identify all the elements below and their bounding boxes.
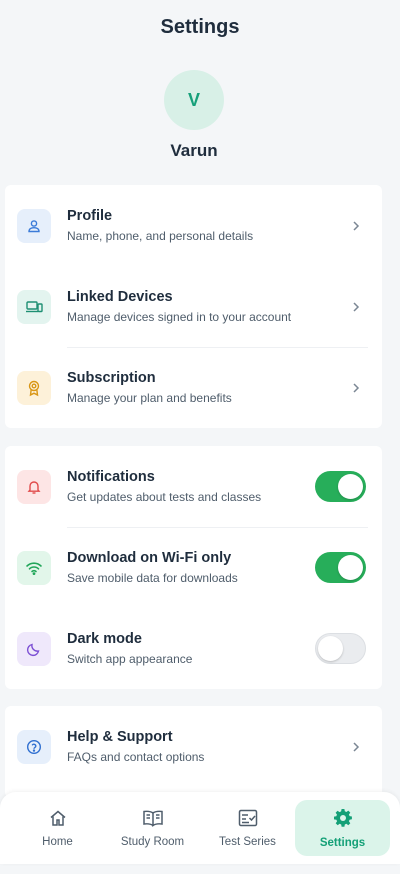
- moon-icon: [17, 631, 51, 666]
- avatar-initial: V: [187, 89, 200, 110]
- notifications-toggle[interactable]: [315, 471, 366, 502]
- help-support-row[interactable]: Help & Support FAQs and contact options: [5, 706, 382, 787]
- row-title: Linked Devices: [67, 289, 173, 305]
- wifi-download-row: Download on Wi-Fi only Save mobile data …: [5, 527, 382, 608]
- nav-label: Test Series: [219, 835, 276, 848]
- home-icon: [48, 809, 68, 830]
- nav-test-series[interactable]: Test Series: [200, 800, 295, 856]
- row-subtitle: Switch app appearance: [67, 652, 193, 666]
- row-title: Profile: [67, 208, 113, 224]
- account-settings-card: Profile Name, phone, and personal detail…: [5, 185, 382, 428]
- user-name: Varun: [170, 141, 218, 160]
- row-subtitle: Save mobile data for downloads: [67, 571, 238, 585]
- wifi-only-toggle[interactable]: [315, 552, 366, 583]
- notifications-row: Notifications Get updates about tests an…: [5, 446, 382, 527]
- page-title: Settings: [160, 16, 240, 38]
- preferences-card: Notifications Get updates about tests an…: [5, 446, 382, 689]
- chevron-right-icon: [344, 301, 368, 313]
- wifi-icon: [17, 550, 51, 585]
- row-subtitle: Get updates about tests and classes: [67, 490, 262, 504]
- chevron-right-icon: [344, 382, 368, 394]
- chevron-right-icon: [344, 220, 368, 232]
- book-icon: [142, 809, 164, 830]
- dark-mode-row: Dark mode Switch app appearance: [5, 608, 382, 689]
- row-title: Download on Wi-Fi only: [67, 550, 232, 566]
- toggle-knob: [338, 474, 363, 499]
- bottom-nav: Home Study Room Test Series Settings: [0, 792, 400, 864]
- nav-study-room[interactable]: Study Room: [105, 800, 200, 856]
- nav-label: Settings: [319, 836, 366, 849]
- support-card: Help & Support FAQs and contact options: [5, 706, 382, 798]
- divider: [67, 527, 368, 528]
- nav-label: Home: [42, 835, 73, 848]
- toggle-knob: [318, 636, 343, 661]
- badge-icon: [17, 370, 51, 405]
- dark-mode-toggle[interactable]: [315, 633, 366, 664]
- toggle-knob: [338, 555, 363, 580]
- avatar[interactable]: V: [164, 70, 224, 130]
- bell-icon: [17, 469, 51, 504]
- row-title: Dark mode: [67, 631, 142, 647]
- nav-settings[interactable]: Settings: [295, 800, 390, 856]
- nav-home[interactable]: Home: [10, 800, 105, 856]
- row-title: Help & Support: [67, 729, 173, 745]
- row-subtitle: Name, phone, and personal details: [67, 229, 254, 243]
- profile-row[interactable]: Profile Name, phone, and personal detail…: [5, 185, 382, 266]
- divider: [67, 347, 368, 348]
- user-icon: [17, 208, 51, 243]
- row-title: Subscription: [67, 370, 156, 386]
- gear-icon: [333, 808, 353, 831]
- help-icon: [17, 729, 51, 764]
- row-subtitle: Manage devices signed in to your account: [67, 310, 292, 324]
- devices-icon: [17, 289, 51, 324]
- subscription-row[interactable]: Subscription Manage your plan and benefi…: [5, 347, 382, 428]
- linked-devices-row[interactable]: Linked Devices Manage devices signed in …: [5, 266, 382, 347]
- row-subtitle: Manage your plan and benefits: [67, 391, 232, 405]
- nav-label: Study Room: [120, 835, 185, 848]
- checklist-icon: [238, 809, 258, 830]
- row-subtitle: FAQs and contact options: [67, 750, 205, 764]
- row-title: Notifications: [67, 469, 155, 485]
- chevron-right-icon: [344, 741, 368, 753]
